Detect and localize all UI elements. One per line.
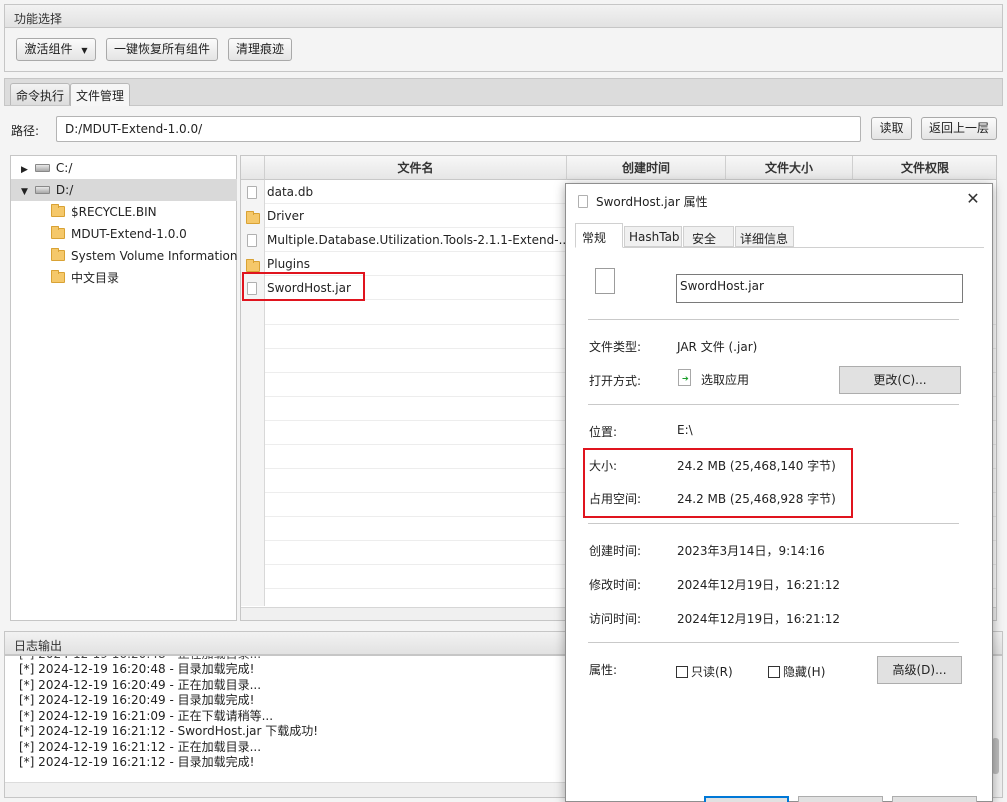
- chevron-down-icon: ▼: [81, 46, 88, 55]
- tree-item-label: D:/: [55, 183, 74, 197]
- table-header-created[interactable]: 创建时间: [567, 156, 726, 180]
- modified-value: 2024年12月19日，16:21:12: [677, 578, 840, 592]
- table-header-size[interactable]: 文件大小: [726, 156, 853, 180]
- tab-file-manager[interactable]: 文件管理: [70, 83, 131, 106]
- cancel-button[interactable]: [798, 796, 883, 802]
- table-header-permissions[interactable]: 文件权限: [853, 156, 996, 180]
- open-with-value: 选取应用: [701, 373, 750, 387]
- table-row[interactable]: Multiple.Database.Utilization.Tools-2.1.…: [241, 228, 571, 252]
- highlight-box: [242, 272, 365, 301]
- log-line: [*] 2024-12-19 16:21:12 - 目录加载完成!: [19, 755, 255, 769]
- filename-field[interactable]: SwordHost.jar: [676, 274, 963, 303]
- dialog-tab-general[interactable]: 常规: [575, 223, 623, 248]
- clean-traces-button[interactable]: 清理痕迹: [228, 38, 292, 61]
- restore-all-button[interactable]: 一键恢复所有组件: [106, 38, 218, 61]
- separator: [588, 319, 959, 320]
- hidden-label: 隐藏(H): [783, 665, 826, 679]
- tab-bar: [4, 78, 1003, 106]
- file-name: data.db: [267, 185, 314, 199]
- folder-icon: [51, 270, 65, 283]
- advanced-button[interactable]: 高级(D)...: [877, 656, 962, 684]
- drive-icon: [34, 186, 50, 194]
- apply-button[interactable]: [892, 796, 977, 802]
- go-up-button[interactable]: 返回上一层: [921, 117, 997, 140]
- created-value: 2023年3月14日，9:14:16: [677, 544, 825, 558]
- created-label: 创建时间:: [589, 544, 642, 558]
- table-row[interactable]: data.db: [241, 180, 567, 204]
- path-label: 路径:: [11, 124, 40, 138]
- tree-item-label: $RECYCLE.BIN: [71, 205, 157, 219]
- log-line: [*] 2024-12-19 16:20:49 - 目录加载完成!: [19, 693, 255, 707]
- dialog-tab-details[interactable]: 详细信息: [735, 226, 794, 247]
- log-line: [*] 2024-12-19 16:20:48 - 目录加载完成!: [19, 662, 255, 676]
- file-type-value: JAR 文件 (.jar): [677, 340, 758, 354]
- tab-command[interactable]: 命令执行: [10, 83, 71, 105]
- collapse-arrow-icon[interactable]: ▼: [21, 187, 28, 197]
- readonly-label: 只读(R): [691, 665, 733, 679]
- folder-icon: [246, 259, 260, 272]
- activate-component-dropdown[interactable]: 激活组件 ▼: [16, 38, 96, 61]
- dialog-tab-security[interactable]: 安全: [683, 226, 734, 247]
- folder-icon: [51, 248, 65, 261]
- tree-item-chinese-dir[interactable]: 中文目录: [11, 267, 237, 289]
- activate-label: 激活组件: [24, 42, 73, 56]
- accessed-value: 2024年12月19日，16:21:12: [677, 612, 840, 626]
- tree-item-label: MDUT-Extend-1.0.0: [71, 227, 187, 241]
- change-button[interactable]: 更改(C)...: [839, 366, 961, 394]
- drive-icon: [34, 164, 50, 172]
- folder-icon: [51, 204, 65, 217]
- dialog-title: SwordHost.jar 属性: [596, 195, 708, 209]
- close-icon[interactable]: ✕: [962, 188, 984, 210]
- read-button[interactable]: 读取: [871, 117, 912, 140]
- accessed-label: 访问时间:: [589, 612, 642, 626]
- hidden-checkbox[interactable]: 隐藏(H): [768, 663, 825, 680]
- table-row[interactable]: Driver: [241, 204, 567, 228]
- directory-tree: ▶ C:/ ▼ D:/ $RECYCLE.BIN MDUT-Extend-1.0.0…: [10, 155, 237, 621]
- file-icon: [578, 195, 588, 208]
- tree-item-d-drive[interactable]: ▼ D:/: [11, 179, 237, 201]
- checkbox-icon[interactable]: [768, 666, 780, 678]
- file-type-label: 文件类型:: [589, 340, 642, 354]
- folder-icon: [246, 211, 260, 224]
- log-line: [*] 2024-12-19 16:21:12 - SwordHost.jar …: [19, 724, 319, 738]
- open-with-label: 打开方式:: [589, 374, 642, 388]
- tree-item-label: System Volume Information: [71, 249, 238, 263]
- checkbox-icon[interactable]: [676, 666, 688, 678]
- location-label: 位置:: [589, 425, 618, 439]
- folder-icon: [51, 226, 65, 239]
- dialog-tab-strip: [575, 247, 984, 248]
- large-file-icon: [595, 268, 615, 294]
- tree-item-recycle-bin[interactable]: $RECYCLE.BIN: [11, 201, 237, 223]
- modified-label: 修改时间:: [589, 578, 642, 592]
- table-header-index: [241, 156, 265, 180]
- file-icon: [247, 234, 257, 247]
- file-name: Multiple.Database.Utilization.Tools-2.1.…: [267, 233, 571, 247]
- tree-item-label: 中文目录: [71, 271, 120, 285]
- file-name: Driver: [267, 209, 304, 223]
- row-index-column: [241, 301, 265, 606]
- attributes-label: 属性:: [589, 663, 618, 677]
- ok-button[interactable]: [704, 796, 789, 802]
- tree-item-system-volume[interactable]: System Volume Information: [11, 245, 237, 267]
- expand-arrow-icon[interactable]: ▶: [21, 165, 28, 175]
- path-input[interactable]: D:/MDUT-Extend-1.0.0/: [56, 116, 861, 142]
- tree-item-mdut[interactable]: MDUT-Extend-1.0.0: [11, 223, 237, 245]
- app-icon: ➔: [678, 369, 691, 386]
- table-header-name[interactable]: 文件名: [265, 156, 567, 180]
- file-icon: [247, 186, 257, 199]
- function-panel-title: 功能选择: [4, 4, 1003, 28]
- tree-item-c-drive[interactable]: ▶ C:/: [11, 157, 237, 179]
- dialog-tab-hashtab[interactable]: HashTab: [624, 226, 682, 247]
- location-value: E:\: [677, 423, 693, 437]
- separator: [588, 404, 959, 405]
- size-highlight-box: [583, 448, 853, 518]
- properties-dialog: SwordHost.jar 属性 ✕ 常规 HashTab 安全 详细信息 Sw…: [565, 183, 993, 802]
- readonly-checkbox[interactable]: 只读(R): [676, 663, 733, 680]
- separator: [588, 642, 959, 643]
- tree-item-label: C:/: [55, 161, 73, 175]
- scrollbar-thumb[interactable]: [992, 738, 999, 774]
- separator: [588, 523, 959, 524]
